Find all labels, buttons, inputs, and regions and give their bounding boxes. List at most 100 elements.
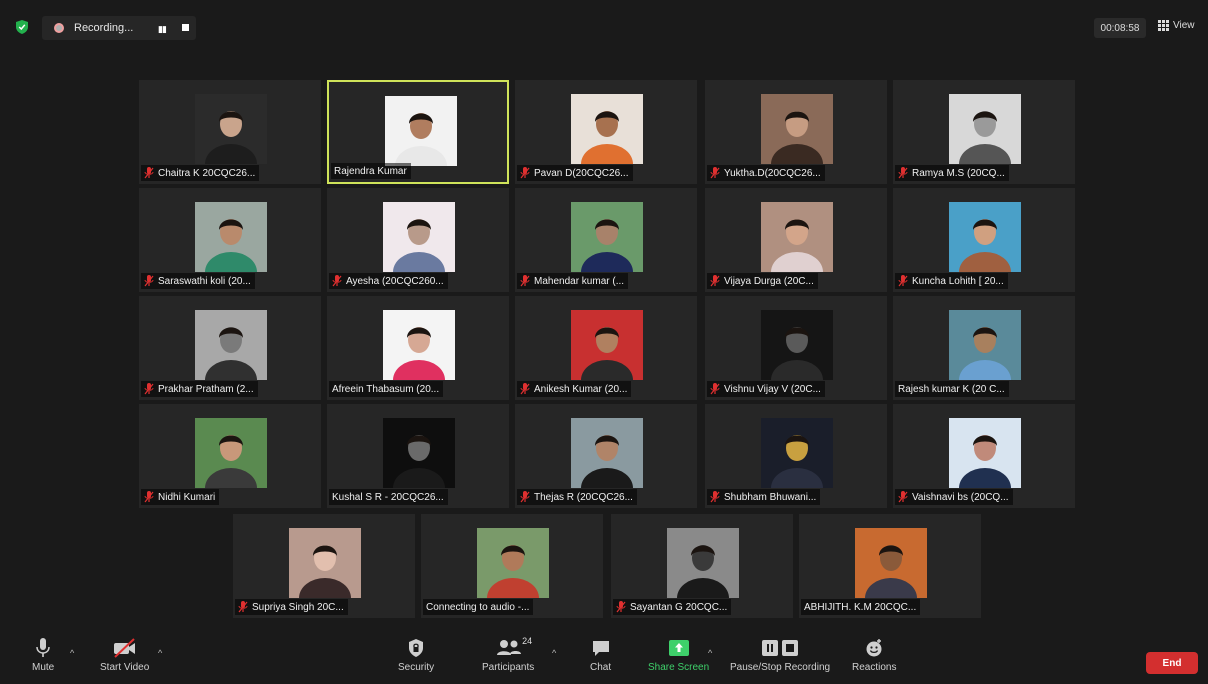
participant-video-image [949, 202, 1021, 272]
mic-muted-icon [520, 167, 530, 179]
participant-tile[interactable]: ABHIJITH. K.M 20CQC... [799, 514, 981, 618]
mic-muted-icon [710, 383, 720, 395]
participant-video-image [195, 202, 267, 272]
participant-tile[interactable]: Sayantan G 20CQC... [611, 514, 793, 618]
recording-indicator: Recording... ▮▮ [42, 16, 196, 40]
recording-dot-icon [54, 23, 64, 33]
participants-button[interactable]: 24 Participants [482, 636, 535, 673]
chat-icon [592, 641, 609, 656]
participant-tile[interactable]: Vishnu Vijay V (20C... [705, 296, 887, 400]
participant-video-image [855, 528, 927, 598]
participant-name: Anikesh Kumar (20... [534, 383, 628, 395]
meeting-timer: 00:08:58 [1094, 18, 1146, 38]
participant-tile[interactable]: Connecting to audio -... [421, 514, 603, 618]
mic-muted-icon [520, 491, 530, 503]
participant-name-label: Connecting to audio -... [423, 599, 534, 615]
share-screen-button[interactable]: Share Screen [648, 638, 709, 673]
participants-label: Participants [482, 662, 535, 673]
start-video-label: Start Video [100, 662, 150, 673]
participant-tile[interactable]: Vaishnavi bs (20CQ... [893, 404, 1075, 508]
participant-name: Ramya M.S (20CQ... [912, 167, 1005, 179]
participant-name: Ayesha (20CQC260... [346, 275, 444, 287]
participant-tile[interactable]: Prakhar Pratham (2... [139, 296, 321, 400]
participant-tile[interactable]: Rajendra Kumar [327, 80, 509, 184]
mic-muted-icon [710, 275, 720, 287]
chat-button[interactable]: Chat [590, 638, 611, 673]
participant-name-label: Kuncha Lohith [ 20... [895, 273, 1008, 289]
mic-muted-icon [144, 275, 154, 287]
participant-tile[interactable]: Rajesh kumar K (20 C... [893, 296, 1075, 400]
participant-tile[interactable]: Ayesha (20CQC260... [327, 188, 509, 292]
participant-name: Shubham Bhuwani... [724, 491, 817, 503]
participant-tile[interactable]: Chaitra K 20CQC26... [139, 80, 321, 184]
participant-video-image [761, 202, 833, 272]
participant-name: Vijaya Durga (20C... [724, 275, 814, 287]
reactions-button[interactable]: Reactions [852, 638, 896, 673]
mute-label: Mute [32, 662, 55, 673]
participant-tile[interactable]: Pavan D(20CQC26... [515, 80, 697, 184]
participant-video-image [195, 94, 267, 164]
participant-tile[interactable]: Kushal S R - 20CQC26... [327, 404, 509, 508]
mute-button[interactable]: Mute [32, 638, 54, 673]
mic-muted-icon [710, 491, 720, 503]
participant-name: Prakhar Pratham (2... [158, 383, 254, 395]
grid-view-icon [1158, 20, 1169, 31]
video-off-icon [113, 638, 135, 658]
audio-options-caret-icon[interactable]: ^ [70, 648, 74, 658]
participant-name: Pavan D(20CQC26... [534, 167, 629, 179]
participant-tile[interactable]: Anikesh Kumar (20... [515, 296, 697, 400]
participant-name-label: Shubham Bhuwani... [707, 489, 821, 505]
participant-video-image [477, 528, 549, 598]
participants-options-caret-icon[interactable]: ^ [552, 648, 556, 658]
start-video-button[interactable]: Start Video [100, 638, 149, 673]
participant-tile[interactable]: Yuktha.D(20CQC26... [705, 80, 887, 184]
participant-tile[interactable]: Vijaya Durga (20C... [705, 188, 887, 292]
video-options-caret-icon[interactable]: ^ [158, 648, 162, 658]
security-button[interactable]: Security [398, 638, 434, 673]
participant-video-image [949, 94, 1021, 164]
reactions-smiley-icon [866, 639, 882, 657]
participant-video-image [571, 94, 643, 164]
participant-name: Nidhi Kumari [158, 491, 216, 503]
participant-name-label: Mahendar kumar (... [517, 273, 629, 289]
participant-tile[interactable]: Kuncha Lohith [ 20... [893, 188, 1075, 292]
participant-tile[interactable]: Shubham Bhuwani... [705, 404, 887, 508]
pause-stop-recording-button[interactable]: Pause/Stop Recording [730, 638, 830, 673]
participant-video-image [195, 310, 267, 380]
participant-video-image [571, 418, 643, 488]
meeting-toolbar: Mute ^ Start Video ^ Security 24 Partici… [0, 630, 1208, 684]
mic-muted-icon [144, 167, 154, 179]
participant-tile[interactable]: Supriya Singh 20C... [233, 514, 415, 618]
mic-muted-icon [520, 383, 530, 395]
participant-name-label: Chaitra K 20CQC26... [141, 165, 260, 181]
participant-name: Connecting to audio -... [426, 601, 530, 613]
participant-name-label: Ayesha (20CQC260... [329, 273, 448, 289]
participant-tile[interactable]: Nidhi Kumari [139, 404, 321, 508]
participant-name-label: Rajendra Kumar [331, 163, 411, 179]
view-button[interactable]: View [1158, 20, 1195, 31]
participant-name-label: Prakhar Pratham (2... [141, 381, 258, 397]
pause-stop-label: Pause/Stop Recording [730, 662, 831, 673]
participant-name-label: Thejas R (20CQC26... [517, 489, 637, 505]
participant-name-label: Vijaya Durga (20C... [707, 273, 818, 289]
pause-recording-icon[interactable]: ▮▮ [158, 24, 167, 35]
chat-label: Chat [590, 662, 612, 673]
participant-tile[interactable]: Saraswathi koli (20... [139, 188, 321, 292]
participant-tile[interactable]: Afreein Thabasum (20... [327, 296, 509, 400]
mic-muted-icon [898, 275, 908, 287]
participant-name-label: Rajesh kumar K (20 C... [895, 381, 1009, 397]
end-meeting-button[interactable]: End [1146, 652, 1198, 674]
participant-tile[interactable]: Thejas R (20CQC26... [515, 404, 697, 508]
stop-recording-icon[interactable] [182, 24, 189, 31]
participant-video-image [383, 310, 455, 380]
mic-muted-icon [710, 167, 720, 179]
participant-tile[interactable]: Mahendar kumar (... [515, 188, 697, 292]
participant-name: Kushal S R - 20CQC26... [332, 491, 444, 503]
participant-name: Saraswathi koli (20... [158, 275, 251, 287]
mic-muted-icon [520, 275, 530, 287]
mic-muted-icon [898, 167, 908, 179]
encryption-shield-icon[interactable] [16, 20, 28, 34]
participant-name-label: Saraswathi koli (20... [141, 273, 255, 289]
participant-tile[interactable]: Ramya M.S (20CQ... [893, 80, 1075, 184]
share-options-caret-icon[interactable]: ^ [708, 648, 712, 658]
